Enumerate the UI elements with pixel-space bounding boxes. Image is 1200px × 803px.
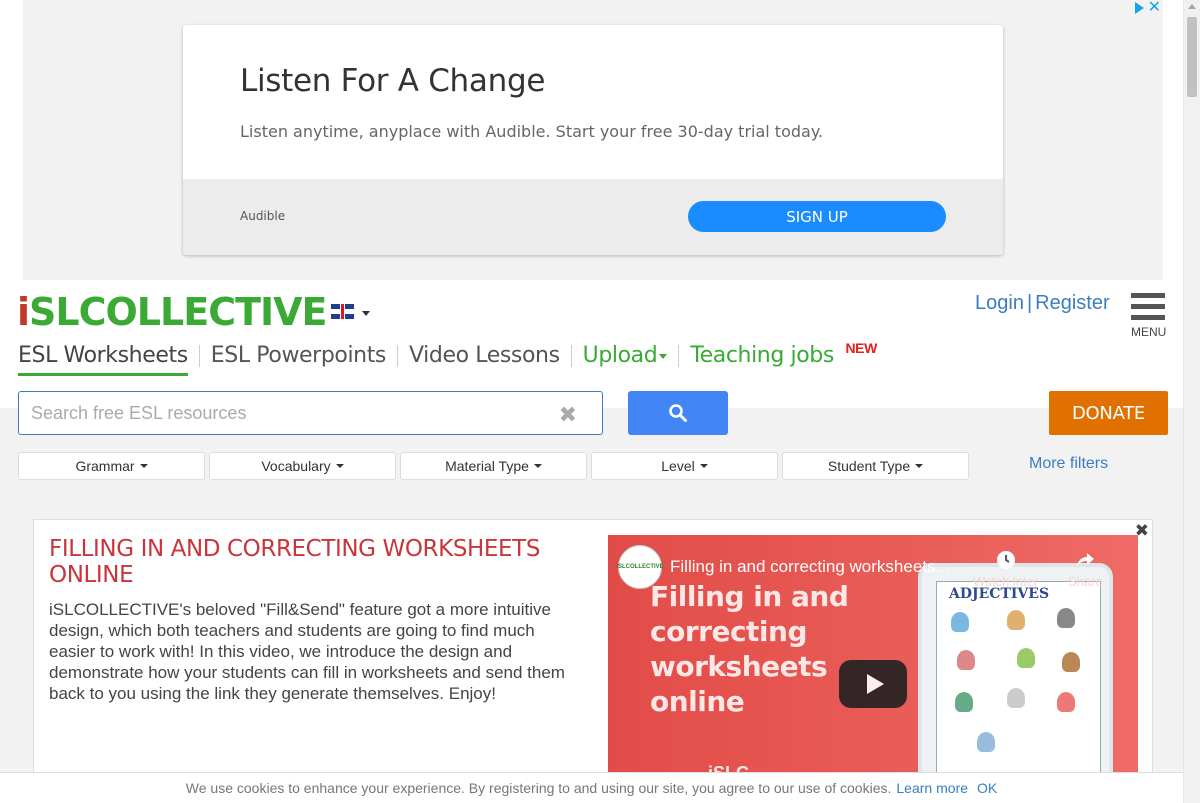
filter-student-type[interactable]: Student Type: [782, 452, 969, 480]
hamburger-icon: [1131, 293, 1165, 298]
watch-later-button[interactable]: Watch later: [973, 549, 1038, 589]
feature-title: FILLING IN AND CORRECTING WORKSHEETS ONL…: [49, 536, 541, 588]
site-logo[interactable]: iSLCOLLECTIVE: [17, 290, 328, 334]
cookie-text: We use cookies to enhance your experienc…: [185, 780, 892, 796]
register-link[interactable]: Register: [1035, 292, 1109, 314]
chevron-down-icon: [533, 464, 542, 468]
ad-description: Listen anytime, anyplace with Audible. S…: [240, 122, 824, 141]
ad-brand: Audible: [240, 209, 286, 223]
video-title[interactable]: Filling in and correcting worksheets...: [670, 557, 970, 577]
feature-text: iSLCOLLECTIVE's beloved "Fill&Send" feat…: [49, 600, 565, 703]
scroll-up-arrow-icon[interactable]: [1188, 4, 1196, 9]
search-icon: [669, 404, 687, 422]
ad-choices[interactable]: ✕: [1134, 0, 1161, 16]
nav-upload[interactable]: Upload: [570, 343, 679, 368]
video-player[interactable]: Filling in and correcting worksheets onl…: [608, 535, 1138, 780]
upload-caret-icon: [659, 353, 668, 359]
feature-card: ✖ FILLING IN AND CORRECTING WORKSHEETS O…: [33, 519, 1153, 780]
filter-material-type[interactable]: Material Type: [400, 452, 587, 480]
ad-card[interactable]: Listen For A Change Listen anytime, anyp…: [183, 25, 1003, 255]
auth-links: Login | Register: [975, 292, 1110, 315]
search-button[interactable]: [628, 391, 728, 435]
cookie-bar: We use cookies to enhance your experienc…: [0, 772, 1183, 803]
chevron-down-icon: [335, 464, 344, 468]
menu-label: MENU: [1131, 325, 1167, 339]
share-button[interactable]: Share: [1068, 549, 1103, 589]
chevron-down-icon: [699, 464, 708, 468]
video-thumbnail-text: Filling in and correcting worksheets onl…: [650, 580, 849, 718]
filter-label: Material Type: [445, 458, 529, 474]
new-badge: NEW: [845, 340, 877, 356]
logo-i: i: [17, 290, 30, 334]
nav-video-lessons[interactable]: Video Lessons: [397, 345, 571, 367]
more-filters-link[interactable]: More filters: [1029, 455, 1108, 473]
filter-level[interactable]: Level: [591, 452, 778, 480]
clock-icon: [996, 551, 1015, 569]
filter-label: Grammar: [75, 458, 135, 474]
chevron-down-icon: [139, 464, 148, 468]
share-icon: [1077, 553, 1095, 567]
clear-search-icon[interactable]: ✖: [559, 402, 577, 428]
nav-teaching-jobs[interactable]: Teaching jobs NEW: [678, 340, 877, 368]
tablet-image: ADJECTIVES: [918, 563, 1113, 780]
scrollbar-thumb[interactable]: [1187, 17, 1197, 97]
language-caret-icon[interactable]: [362, 311, 370, 316]
nav-esl-worksheets[interactable]: ESL Worksheets: [18, 345, 199, 376]
adchoices-icon[interactable]: [1134, 2, 1144, 14]
main-nav: ESL Worksheets ESL Powerpoints Video Les…: [18, 340, 877, 376]
donate-button[interactable]: DONATE: [1049, 391, 1168, 435]
filter-label: Vocabulary: [261, 458, 331, 474]
menu-button[interactable]: MENU: [1131, 293, 1169, 339]
nav-teaching-jobs-label: Teaching jobs: [690, 343, 834, 368]
search-input[interactable]: [19, 392, 539, 434]
uk-flag-icon[interactable]: [331, 304, 354, 319]
chevron-down-icon: [915, 464, 924, 468]
learn-more-link[interactable]: Learn more: [896, 780, 968, 796]
nav-upload-label: Upload: [582, 343, 658, 368]
filter-bar: Grammar Vocabulary Material Type Level S…: [18, 452, 969, 480]
page-scrollbar[interactable]: [1183, 0, 1200, 803]
filter-grammar[interactable]: Grammar: [18, 452, 205, 480]
filter-vocabulary[interactable]: Vocabulary: [209, 452, 396, 480]
channel-avatar[interactable]: iSLCOLLECTIVE: [616, 545, 664, 589]
filter-label: Student Type: [827, 458, 911, 474]
nav-esl-powerpoints[interactable]: ESL Powerpoints: [198, 345, 397, 367]
login-link[interactable]: Login: [975, 292, 1024, 314]
filter-label: Level: [661, 458, 695, 474]
ad-title[interactable]: Listen For A Change: [240, 63, 545, 99]
ad-banner: ✕ Listen For A Change Listen anytime, an…: [23, 0, 1163, 280]
auth-separator: |: [1026, 292, 1033, 314]
search-field[interactable]: ✖: [18, 391, 603, 435]
ad-footer: Audible SIGN UP: [183, 179, 1003, 255]
ad-signup-button[interactable]: SIGN UP: [688, 201, 946, 232]
cookie-ok-button[interactable]: OK: [977, 780, 997, 796]
logo-text: SLCOLLECTIVE: [29, 290, 327, 334]
play-icon: [866, 674, 884, 694]
play-button[interactable]: [839, 660, 907, 708]
worksheet-image: ADJECTIVES: [936, 581, 1101, 780]
ad-close-icon[interactable]: ✕: [1148, 0, 1161, 16]
